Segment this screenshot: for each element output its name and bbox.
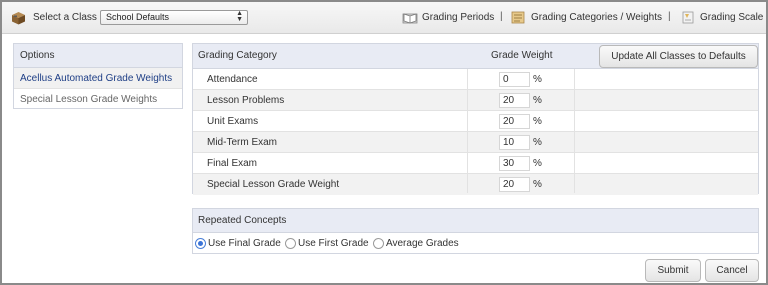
update-all-classes-button[interactable]: Update All Classes to Defaults [599, 45, 758, 68]
weight-input[interactable]: 20 [499, 114, 530, 129]
category-name: Special Lesson Grade Weight [207, 179, 340, 190]
grading-scale-label: Grading Scale [700, 12, 764, 23]
column-grade-weight: Grade Weight [491, 50, 553, 61]
book-icon [402, 13, 418, 24]
scale-icon [682, 11, 694, 24]
percent-sign: % [533, 74, 542, 85]
table-row: Final Exam 30 % [193, 153, 758, 174]
option-special-lesson-weights[interactable]: Special Lesson Grade Weights [14, 89, 182, 110]
percent-sign: % [533, 179, 542, 190]
class-select[interactable]: School Defaults ▲ ▼ [100, 10, 248, 25]
category-name: Attendance [207, 74, 258, 85]
option-acellus-automated-weights[interactable]: Acellus Automated Grade Weights [14, 68, 182, 89]
table-row: Lesson Problems 20 % [193, 90, 758, 111]
grading-categories-label: Grading Categories / Weights [531, 12, 662, 23]
table-row: Special Lesson Grade Weight 20 % [193, 174, 758, 195]
radio-use-final-grade[interactable]: Use Final Grade [195, 238, 281, 250]
weight-input[interactable]: 10 [499, 135, 530, 150]
radio-selected-icon [195, 238, 206, 249]
grading-periods-link[interactable]: Grading Periods [402, 11, 495, 25]
table-row: Attendance 0 % [193, 69, 758, 90]
cancel-button[interactable]: Cancel [705, 259, 759, 282]
radio-average-grades[interactable]: Average Grades [373, 238, 459, 250]
weight-input[interactable]: 20 [499, 93, 530, 108]
weight-input[interactable]: 20 [499, 177, 530, 192]
top-toolbar: Select a Class School Defaults ▲ ▼ Gradin… [2, 2, 766, 34]
class-select-value: School Defaults [106, 12, 170, 22]
table-header: Grading Category Grade Weight Update All… [193, 44, 758, 69]
percent-sign: % [533, 137, 542, 148]
submit-button[interactable]: Submit [645, 259, 701, 282]
box-icon [12, 12, 25, 25]
grade-categories-table: Grading Category Grade Weight Update All… [192, 43, 759, 195]
weight-input[interactable]: 30 [499, 156, 530, 171]
select-class-label: Select a Class [33, 12, 97, 23]
select-arrows-icon: ▲ ▼ [236, 10, 243, 23]
radio-use-first-grade[interactable]: Use First Grade [285, 238, 369, 250]
table-row: Unit Exams 20 % [193, 111, 758, 132]
category-name: Unit Exams [207, 116, 259, 127]
grading-scale-link[interactable]: Grading Scale [680, 11, 764, 25]
grading-window: Select a Class School Defaults ▲ ▼ Gradin… [0, 0, 768, 285]
options-panel: Options Acellus Automated Grade Weights … [13, 43, 183, 109]
repeated-concepts-header: Repeated Concepts [193, 209, 758, 233]
options-header: Options [14, 44, 182, 68]
percent-sign: % [533, 116, 542, 127]
radio-label: Average Grades [386, 238, 459, 249]
column-grading-category: Grading Category [198, 50, 277, 61]
radio-label: Use First Grade [298, 238, 369, 249]
repeated-concepts-panel: Repeated Concepts Use Final Grade Use Fi… [192, 208, 759, 254]
percent-sign: % [533, 158, 542, 169]
column-divider [467, 69, 468, 193]
column-divider [574, 69, 575, 193]
toolbar-separator: | [668, 11, 671, 22]
radio-label: Use Final Grade [208, 238, 281, 249]
category-name: Lesson Problems [207, 95, 285, 106]
toolbar-separator: | [500, 11, 503, 22]
grading-categories-link[interactable]: Grading Categories / Weights [511, 11, 662, 25]
category-name: Final Exam [207, 158, 258, 169]
category-name: Mid-Term Exam [207, 137, 278, 148]
weight-input[interactable]: 0 [499, 72, 530, 87]
percent-sign: % [533, 95, 542, 106]
folder-icon [511, 11, 525, 24]
grading-periods-label: Grading Periods [422, 12, 495, 23]
radio-unselected-icon [373, 238, 384, 249]
radio-unselected-icon [285, 238, 296, 249]
table-row: Mid-Term Exam 10 % [193, 132, 758, 153]
